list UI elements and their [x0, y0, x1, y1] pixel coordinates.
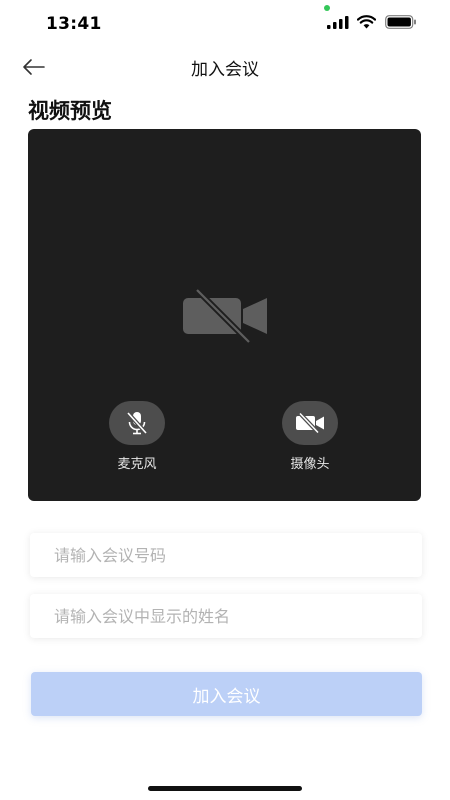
- camera-toggle[interactable]: 摄像头: [280, 401, 340, 472]
- video-preview-title: 视频预览: [28, 99, 112, 123]
- camera-toggle-button[interactable]: [282, 401, 338, 445]
- battery-icon: [385, 15, 416, 29]
- microphone-toggle[interactable]: 麦克风: [107, 401, 167, 472]
- status-time: 13:41: [46, 14, 102, 34]
- wifi-icon: [357, 15, 376, 29]
- camera-off-icon: [183, 289, 267, 343]
- camera-label: 摄像头: [290, 457, 330, 472]
- page-title: 加入会议: [191, 60, 259, 80]
- home-indicator: [148, 786, 302, 791]
- microphone-label: 麦克风: [117, 457, 157, 472]
- meeting-number-input[interactable]: [30, 533, 422, 577]
- display-name-input[interactable]: [30, 594, 422, 638]
- signal-icon: [327, 16, 349, 29]
- video-preview-area: 麦克风 摄像头: [28, 129, 421, 501]
- privacy-indicator-dot: [324, 5, 330, 11]
- mic-off-icon: [126, 411, 148, 435]
- microphone-toggle-button[interactable]: [109, 401, 165, 445]
- status-bar: 13:41: [0, 0, 450, 44]
- camera-off-icon: [296, 413, 324, 433]
- navigation-bar: 加入会议: [0, 44, 450, 90]
- join-meeting-button[interactable]: 加入会议: [31, 672, 422, 716]
